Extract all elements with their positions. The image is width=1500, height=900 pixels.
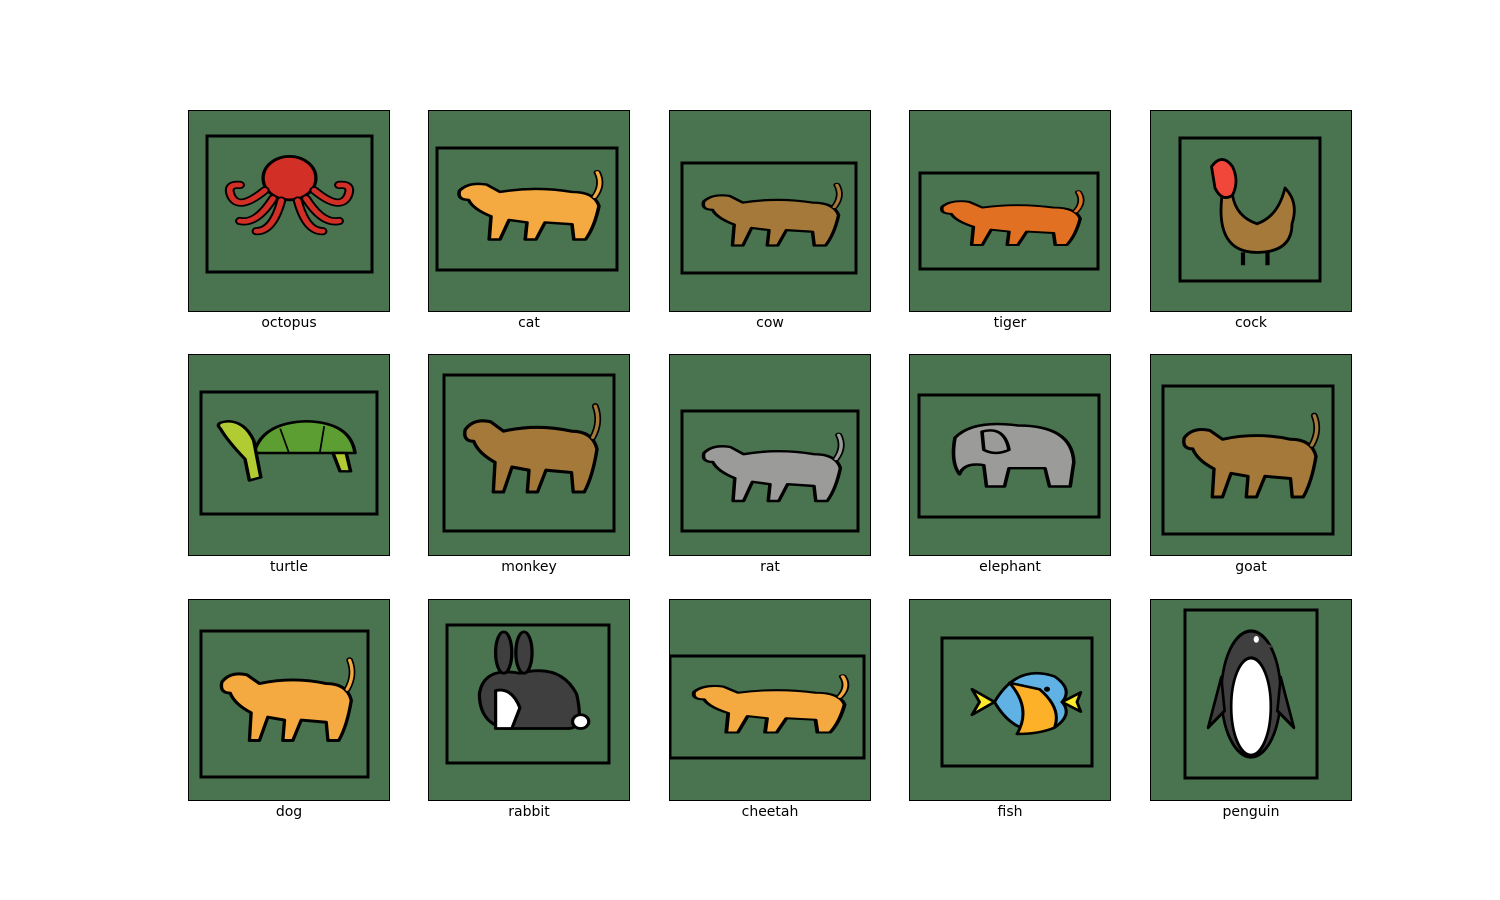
caption-label: goat bbox=[1235, 559, 1267, 575]
grid-cell-monkey: monkey bbox=[428, 354, 630, 584]
grid-cell-tiger: tiger bbox=[909, 110, 1111, 340]
cat-icon bbox=[435, 146, 619, 272]
grid-cell-cock: cock bbox=[1150, 110, 1352, 340]
caption-label: cock bbox=[1234, 315, 1268, 331]
image-tile bbox=[909, 354, 1111, 556]
monkey-icon bbox=[442, 373, 616, 533]
elephant-icon bbox=[917, 393, 1101, 519]
caption-label: fish bbox=[997, 804, 1023, 820]
image-tile bbox=[1150, 599, 1352, 801]
caption-label: tiger bbox=[993, 315, 1027, 331]
rabbit-icon bbox=[445, 623, 611, 765]
grid-cell-octopus: octopus bbox=[188, 110, 390, 340]
turtle-icon bbox=[199, 390, 379, 516]
grid-cell-cow: cow bbox=[669, 110, 871, 340]
rat-icon bbox=[680, 409, 860, 533]
caption-label: cow bbox=[756, 315, 784, 331]
caption-label: rabbit bbox=[508, 804, 550, 820]
grid-cell-turtle: turtle bbox=[188, 354, 390, 584]
image-tile bbox=[669, 354, 871, 556]
image-tile bbox=[1150, 110, 1352, 312]
grid-cell-elephant: elephant bbox=[909, 354, 1111, 584]
image-tile bbox=[909, 110, 1111, 312]
image-tile bbox=[669, 110, 871, 312]
caption-label: penguin bbox=[1222, 804, 1280, 820]
penguin-icon bbox=[1183, 608, 1319, 780]
caption-label: dog bbox=[275, 804, 303, 820]
grid-cell-penguin: penguin bbox=[1150, 599, 1352, 829]
caption-label: turtle bbox=[269, 559, 309, 575]
caption-label: cheetah bbox=[741, 804, 799, 820]
octopus-icon bbox=[205, 134, 374, 274]
image-tile bbox=[909, 599, 1111, 801]
image-tile bbox=[428, 354, 630, 556]
grid-cell-goat: goat bbox=[1150, 354, 1352, 584]
caption-label: octopus bbox=[261, 315, 317, 331]
caption-label: rat bbox=[760, 559, 780, 575]
grid-cell-rat: rat bbox=[669, 354, 871, 584]
image-tile bbox=[669, 599, 871, 801]
caption-label: elephant bbox=[979, 559, 1041, 575]
grid-cell-cat: cat bbox=[428, 110, 630, 340]
grid-cell-cheetah: cheetah bbox=[669, 599, 871, 829]
image-tile bbox=[188, 110, 390, 312]
tiger-icon bbox=[918, 171, 1100, 271]
grid-cell-dog: dog bbox=[188, 599, 390, 829]
image-tile bbox=[188, 354, 390, 556]
image-tile bbox=[428, 110, 630, 312]
cock-icon bbox=[1178, 136, 1322, 283]
cheetah-icon bbox=[670, 654, 866, 760]
bounding-box bbox=[1178, 136, 1322, 283]
dog-icon bbox=[199, 629, 370, 779]
grid-cell-rabbit: rabbit bbox=[428, 599, 630, 829]
goat-icon bbox=[1161, 384, 1335, 536]
caption-label: monkey bbox=[501, 559, 557, 575]
image-tile bbox=[188, 599, 390, 801]
image-tile bbox=[428, 599, 630, 801]
caption-label: cat bbox=[518, 315, 540, 331]
grid-cell-fish: fish bbox=[909, 599, 1111, 829]
image-tile bbox=[1150, 354, 1352, 556]
cow-icon bbox=[680, 161, 858, 275]
fish-icon bbox=[940, 636, 1094, 768]
image-grid: octopus cat cow tiger cock turtle monkey… bbox=[0, 0, 1500, 900]
